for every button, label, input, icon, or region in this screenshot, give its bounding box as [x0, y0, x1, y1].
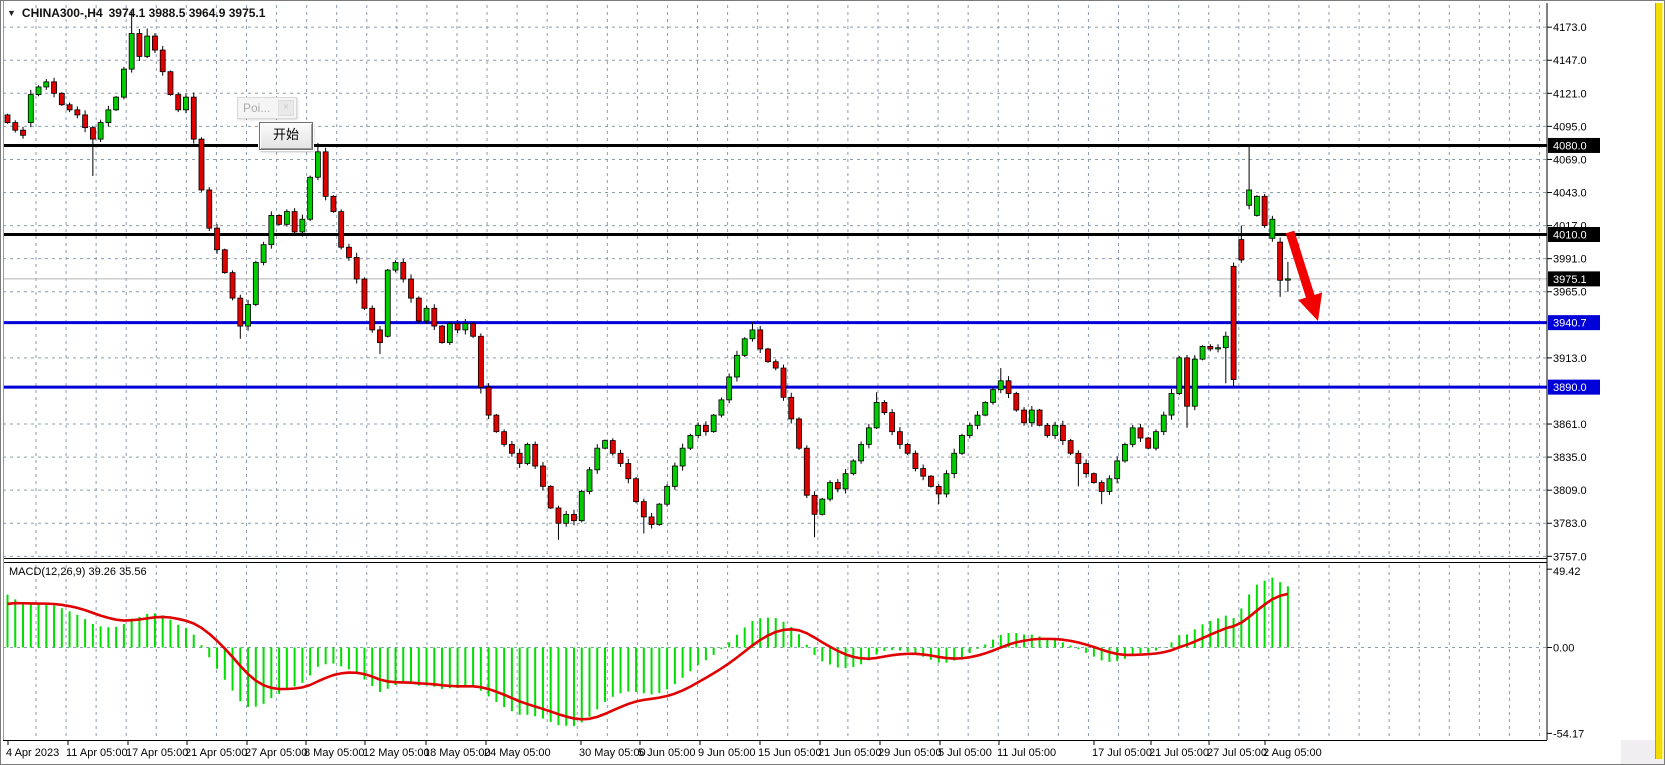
date-label: 4 Apr 2023 — [6, 747, 59, 759]
down-arrow-icon — [1290, 232, 1322, 321]
price-tick-label: 4121.0 — [1553, 88, 1587, 100]
date-label: 29 Jun 05:00 — [878, 747, 942, 759]
macd-indicator-label: MACD(12,26,9) 39.26 35.56 — [9, 566, 147, 578]
date-axis-layer: 4 Apr 2023 11 Apr 05:0017 Apr 05:0021 Apr… — [6, 741, 1322, 759]
poi-ea-panel[interactable]: Poi... × — [237, 97, 297, 119]
chart-titlebar: ▼ CHINA300-,H4 3974.1 3988.5 3964.9 3975.1 — [7, 5, 265, 21]
date-label: 5 Jun 05:00 — [638, 747, 696, 759]
date-label: 8 May 05:00 — [304, 747, 365, 759]
level-price-label: 3975.1 — [1553, 274, 1587, 286]
date-label: 17 Jul 05:00 — [1092, 747, 1152, 759]
poi-panel-title: Poi... — [238, 101, 278, 115]
chart-title-ohlc: 3974.1 3988.5 3964.9 3975.1 — [109, 6, 266, 20]
level-price-label: 3890.0 — [1553, 382, 1587, 394]
price-tick-label: 4173.0 — [1553, 22, 1587, 34]
date-label: 21 Jul 05:00 — [1149, 747, 1209, 759]
close-icon[interactable]: × — [278, 100, 294, 116]
price-tick-label: 4147.0 — [1553, 55, 1587, 67]
date-label: 27 Apr 05:00 — [245, 747, 307, 759]
price-tick-label: 3861.0 — [1553, 419, 1587, 431]
date-label: 9 Jun 05:00 — [698, 747, 756, 759]
date-label: 21 Jun 05:00 — [818, 747, 882, 759]
date-label: 2 Aug 05:00 — [1263, 747, 1322, 759]
level-lines-layer — [3, 145, 1547, 387]
date-label: 5 Jul 05:00 — [938, 747, 992, 759]
date-label: 21 Apr 05:00 — [185, 747, 247, 759]
symbol-dropdown-triangle-icon[interactable]: ▼ — [7, 8, 16, 18]
candles-layer — [5, 12, 1290, 540]
macd-values: 39.26 35.56 — [88, 566, 146, 578]
price-tick-label: 4095.0 — [1553, 121, 1587, 133]
price-tick-label: 3965.0 — [1553, 287, 1587, 299]
level-price-label: 3940.7 — [1553, 318, 1587, 330]
chart-symbol-title: CHINA300-,H4 — [22, 6, 103, 20]
price-tick-label: 4043.0 — [1553, 188, 1587, 200]
date-label: 18 May 05:00 — [424, 747, 491, 759]
date-label: 15 Jun 05:00 — [758, 747, 822, 759]
date-label: 12 May 05:00 — [363, 747, 430, 759]
price-tick-label: 4069.0 — [1553, 154, 1587, 166]
macd-name: MACD(12,26,9) — [9, 566, 85, 578]
date-label: 11 Jul 05:00 — [997, 747, 1056, 759]
date-label: 11 Apr 05:00 — [66, 747, 128, 759]
macd-axis-label: -54.17 — [1553, 728, 1584, 740]
level-price-label: 4080.0 — [1553, 140, 1587, 152]
macd-axis-label: 0.00 — [1553, 643, 1574, 655]
date-label: 30 May 05:00 — [579, 747, 646, 759]
price-tick-label: 3991.0 — [1553, 254, 1587, 266]
macd-axis-label: 49.42 — [1553, 566, 1581, 578]
price-tick-label: 3757.0 — [1553, 551, 1587, 563]
date-label: 27 Jul 05:00 — [1207, 747, 1267, 759]
price-tick-label: 3913.0 — [1553, 353, 1587, 365]
level-price-label: 4010.0 — [1553, 230, 1587, 242]
macd-layer — [8, 578, 1288, 726]
price-tick-label: 3835.0 — [1553, 452, 1587, 464]
mt4-chart-window: 4173.04147.04121.04095.04069.04043.04017… — [0, 0, 1665, 765]
start-button[interactable]: 开始 — [259, 122, 313, 150]
price-tick-label: 3809.0 — [1553, 485, 1587, 497]
price-axis-labels: 4173.04147.04121.04095.04069.04043.04017… — [1547, 22, 1600, 740]
date-label: 24 May 05:00 — [484, 747, 551, 759]
price-tick-label: 3783.0 — [1553, 518, 1587, 530]
date-label: 17 Apr 05:00 — [126, 747, 188, 759]
right-edge-highlight-strip — [1655, 3, 1663, 759]
